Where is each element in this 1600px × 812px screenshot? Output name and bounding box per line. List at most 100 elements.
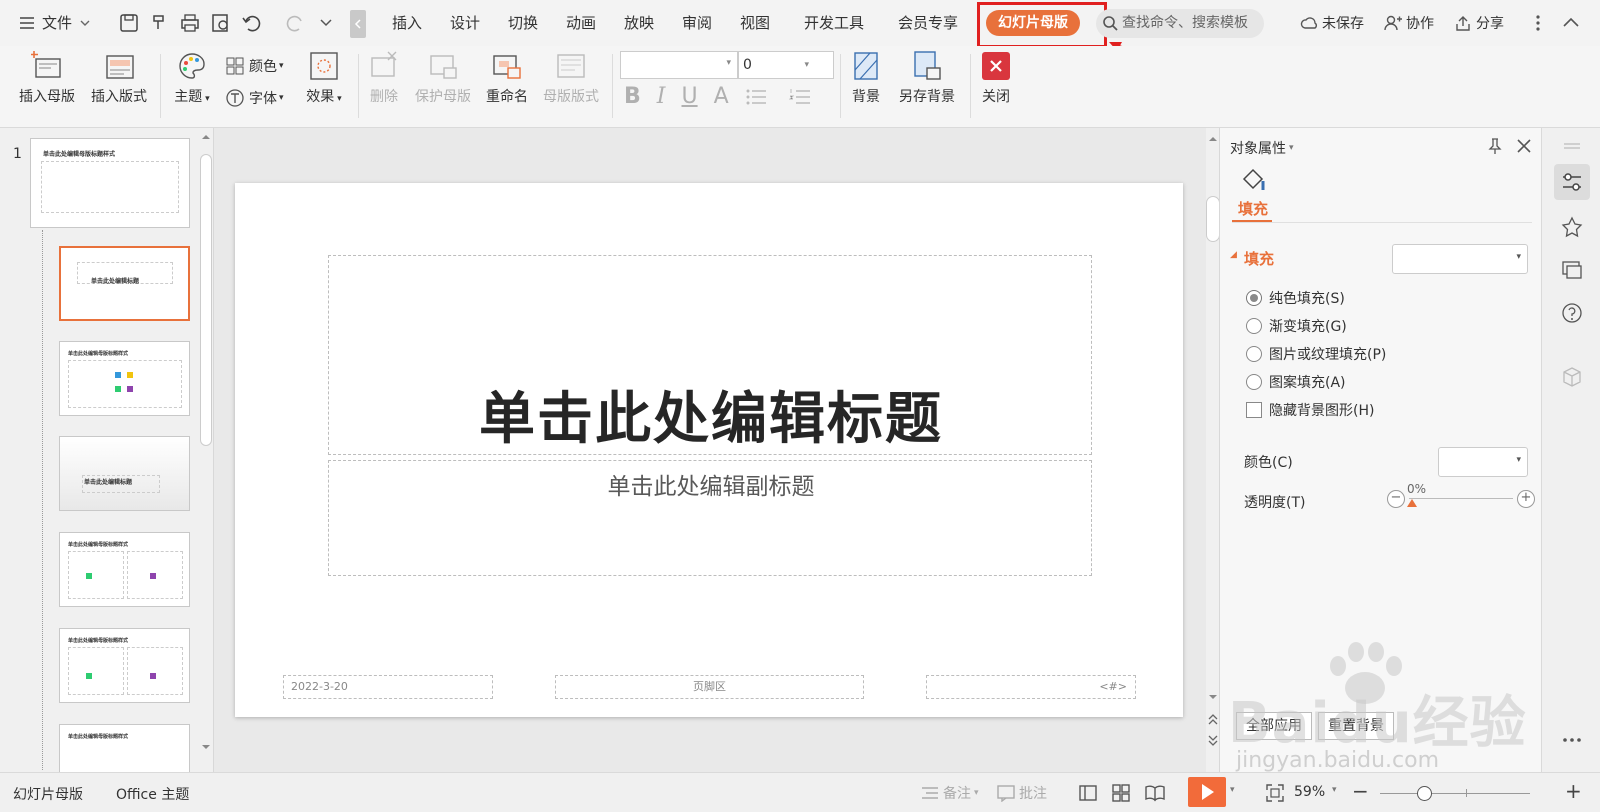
radio-gradient-fill-label[interactable]: 渐变填充(G) — [1269, 316, 1347, 336]
slide-switch-icon[interactable] — [1561, 258, 1583, 280]
tab-fill[interactable]: 填充 — [1238, 198, 1268, 219]
radio-gradient-fill[interactable] — [1246, 318, 1262, 334]
thumbnail-content-layout[interactable]: 单击此处编辑母版标题样式 — [59, 341, 190, 416]
properties-panel-button[interactable] — [1554, 164, 1590, 200]
tab-view[interactable]: 视图 — [740, 12, 770, 33]
effect-button[interactable]: 效果 ▾ — [302, 50, 346, 106]
underline-icon[interactable]: U — [681, 84, 697, 109]
tab-member[interactable]: 会员专享 — [898, 12, 958, 33]
zoom-level[interactable]: 59% — [1294, 784, 1325, 800]
transparency-slider-track[interactable] — [1409, 498, 1513, 499]
delete-button[interactable]: 删除 — [366, 50, 402, 106]
transparency-decrease-button[interactable]: − — [1387, 490, 1405, 508]
file-menu[interactable]: 文件 — [18, 12, 92, 33]
font-color-icon[interactable]: A — [714, 84, 729, 109]
thumbnail-title-only-layout[interactable]: 单击此处编辑母版标题样式 — [59, 724, 190, 772]
zoom-in-button[interactable]: + — [1565, 779, 1582, 803]
insert-layout-button[interactable]: 插入版式 — [88, 50, 150, 106]
thumbnail-title-layout[interactable]: 单击此处编辑标题 — [59, 246, 190, 321]
transparency-increase-button[interactable]: + — [1517, 490, 1535, 508]
share-button[interactable]: 分享 — [1454, 13, 1504, 33]
subtitle-placeholder[interactable]: 单击此处编辑副标题 — [328, 460, 1092, 576]
zoom-out-button[interactable]: − — [1352, 779, 1369, 803]
background-button[interactable]: 背景 — [848, 50, 884, 106]
color-dropdown[interactable]: 颜色 ▾ — [226, 56, 284, 76]
save-icon[interactable] — [117, 11, 141, 35]
customize-toolbar-icon[interactable] — [314, 11, 338, 35]
more-options-icon[interactable] — [1561, 736, 1583, 744]
slider-handle-icon[interactable] — [1406, 498, 1418, 508]
search-box[interactable]: 查找命令、搜索模板 — [1096, 9, 1264, 38]
bold-icon[interactable]: B — [624, 84, 641, 109]
radio-solid-fill-label[interactable]: 纯色填充(S) — [1269, 288, 1345, 308]
radio-pattern-fill[interactable] — [1246, 374, 1262, 390]
thumbnail-scrollbar[interactable] — [198, 132, 214, 772]
theme-button[interactable]: 主题 ▾ — [170, 50, 214, 106]
notes-button[interactable]: 备注 ▾ — [920, 783, 979, 803]
collapse-ribbon-icon[interactable] — [1561, 13, 1581, 33]
more-options-icon[interactable] — [1534, 13, 1542, 33]
radio-solid-fill[interactable] — [1246, 290, 1262, 306]
undo-icon[interactable] — [240, 11, 264, 35]
radio-picture-fill-label[interactable]: 图片或纹理填充(P) — [1269, 344, 1386, 364]
protect-master-button[interactable]: 保护母版 — [412, 50, 474, 106]
unsaved-status-button[interactable]: 未保存 — [1300, 13, 1364, 33]
view-name[interactable]: 幻灯片母版 — [13, 784, 83, 804]
tab-developer[interactable]: 开发工具 — [804, 12, 864, 33]
hide-background-checkbox[interactable] — [1246, 402, 1262, 418]
radio-pattern-fill-label[interactable]: 图案填充(A) — [1269, 372, 1346, 392]
save-background-button[interactable]: 另存背景 — [896, 50, 958, 106]
collaborate-button[interactable]: 协作 — [1384, 13, 1434, 33]
scrollbar-thumb[interactable] — [200, 154, 212, 446]
comments-button[interactable]: 批注 — [996, 783, 1047, 803]
zoom-slider-handle[interactable] — [1417, 786, 1432, 801]
thumbnail-section-layout[interactable]: 单击此处编辑标题 — [59, 436, 190, 511]
redo-icon[interactable] — [283, 11, 307, 35]
collapse-triangle-icon[interactable]: ◢ — [1230, 250, 1237, 260]
chevron-down-icon[interactable]: ▾ — [1230, 785, 1235, 795]
tab-animation[interactable]: 动画 — [566, 12, 596, 33]
title-placeholder[interactable]: 单击此处编辑标题 — [328, 255, 1092, 455]
bullet-list-icon[interactable] — [745, 86, 773, 108]
thumbnail-comparison-layout[interactable]: 单击此处编辑母版标题样式 — [59, 628, 190, 703]
close-icon[interactable] — [1515, 137, 1533, 155]
pin-icon[interactable] — [1486, 137, 1504, 155]
cube-icon[interactable] — [1561, 366, 1583, 388]
radio-picture-fill[interactable] — [1246, 346, 1262, 362]
thumbnail-two-content-layout[interactable]: 单击此处编辑母版标题样式 — [59, 532, 190, 607]
master-layout-button[interactable]: 母版版式 — [540, 50, 602, 106]
help-icon[interactable] — [1561, 302, 1583, 324]
slide-canvas[interactable]: 单击此处编辑标题 单击此处编辑副标题 2022-3-20 页脚区 <#> — [235, 183, 1183, 717]
normal-view-icon[interactable] — [1078, 783, 1098, 803]
rename-button[interactable]: 重命名 — [484, 50, 530, 106]
slide-sorter-icon[interactable] — [1111, 783, 1131, 803]
properties-header[interactable]: 对象属性 ▾ — [1230, 138, 1294, 158]
chevron-down-icon[interactable]: ▾ — [1332, 785, 1337, 795]
hide-background-label[interactable]: 隐藏背景图形(H) — [1269, 400, 1374, 420]
close-master-view-button[interactable]: 关闭 — [978, 50, 1014, 106]
fill-color-select[interactable]: ▾ — [1438, 447, 1528, 477]
date-placeholder[interactable]: 2022-3-20 — [283, 675, 493, 699]
font-name-select[interactable]: ▾ — [620, 51, 738, 79]
fill-preset-select[interactable]: ▾ — [1392, 244, 1528, 274]
fit-window-icon[interactable] — [1265, 783, 1285, 803]
reading-view-icon[interactable] — [1144, 783, 1166, 803]
pin-star-icon[interactable] — [1561, 216, 1583, 238]
zoom-slider-track[interactable] — [1380, 793, 1530, 794]
numbered-list-icon[interactable] — [788, 86, 817, 108]
footer-placeholder[interactable]: 页脚区 — [555, 675, 864, 699]
italic-icon[interactable]: I — [657, 84, 666, 109]
play-slideshow-button[interactable] — [1188, 777, 1226, 807]
format-painter-icon[interactable] — [148, 11, 172, 35]
tab-review[interactable]: 审阅 — [682, 12, 712, 33]
insert-master-button[interactable]: 插入母版 — [16, 50, 78, 106]
tab-transition[interactable]: 切换 — [508, 12, 538, 33]
tab-insert[interactable]: 插入 — [392, 12, 422, 33]
tab-design[interactable]: 设计 — [450, 12, 480, 33]
scroll-tabs-left-button[interactable] — [350, 10, 366, 38]
slide-number-placeholder[interactable]: <#> — [926, 675, 1136, 699]
font-dropdown[interactable]: 字体 ▾ — [226, 88, 284, 108]
thumbnail-master[interactable]: 单击此处编辑母版标题样式 — [30, 138, 190, 228]
theme-name[interactable]: Office 主题 — [116, 784, 189, 804]
tab-slideshow[interactable]: 放映 — [624, 12, 654, 33]
